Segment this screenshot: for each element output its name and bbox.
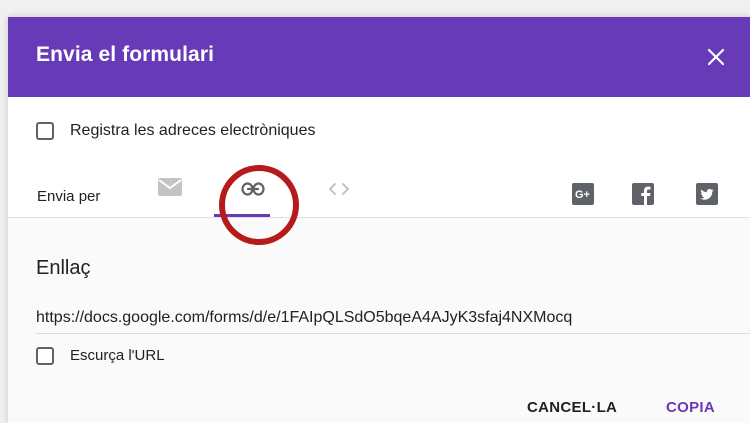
facebook-icon [632,183,654,205]
dialog-header: Envia el formulari [8,17,750,97]
embed-icon [329,183,349,195]
tab-link[interactable] [238,177,268,201]
cancel-button[interactable]: CANCEL·LA [527,399,617,416]
close-icon [707,48,725,66]
link-section-title: Enllaç [36,257,91,279]
share-google-plus[interactable]: G+ [572,183,594,205]
share-twitter[interactable] [696,183,718,205]
dialog-title: Envia el formulari [36,43,215,66]
send-form-dialog: Envia el formulari Registra les adreces … [8,17,750,423]
copy-button[interactable]: COPIA [666,399,715,416]
twitter-icon [696,183,718,205]
tab-email[interactable] [155,175,185,199]
collect-emails-checkbox[interactable] [36,122,54,140]
close-button[interactable] [698,39,734,75]
shorten-url-label: Escurça l'URL [70,347,165,364]
tab-embed[interactable] [324,177,354,201]
link-icon [241,182,265,196]
send-via-label: Envia per [37,188,101,205]
collect-emails-label: Registra les adreces electròniques [70,122,316,139]
share-facebook[interactable] [632,183,654,205]
form-link-field[interactable]: https://docs.google.com/forms/d/e/1FAIpQ… [36,307,750,334]
svg-text:G+: G+ [575,189,590,201]
email-icon [158,178,182,196]
google-plus-icon: G+ [572,183,594,205]
shorten-url-checkbox[interactable] [36,347,54,365]
